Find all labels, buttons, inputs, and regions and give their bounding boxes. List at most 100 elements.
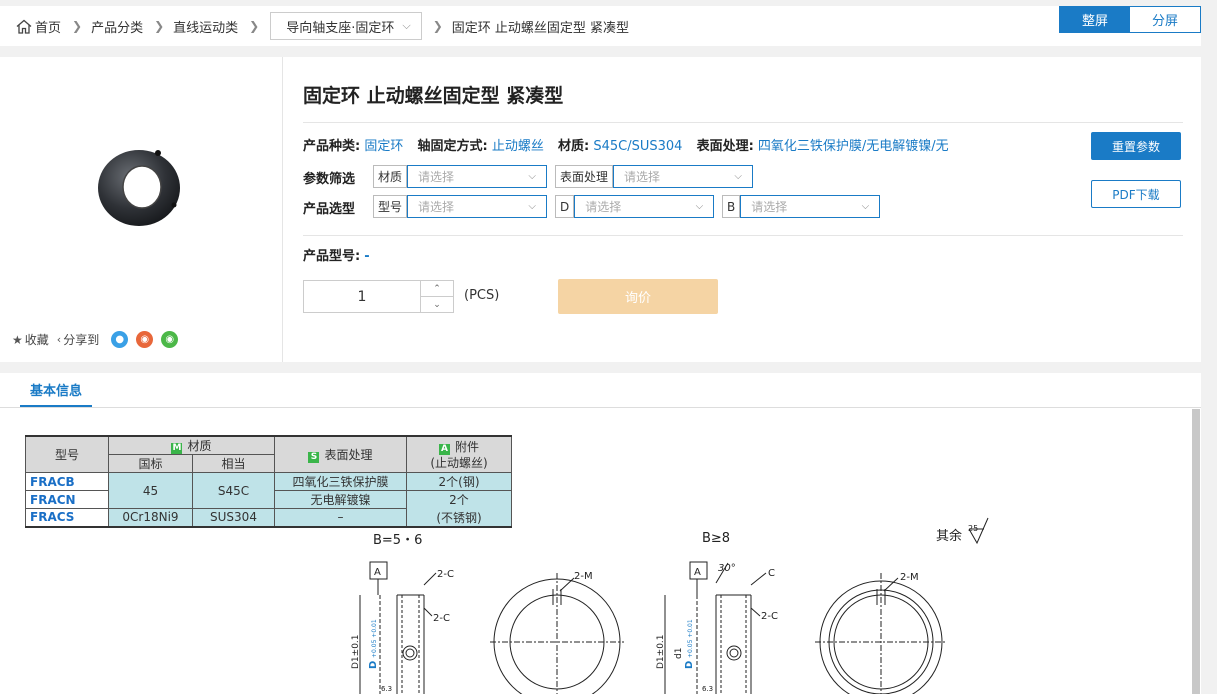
top-bar: 首页 ❯ 产品分类 ❯ 直线运动类 ❯ 导向轴支座·固定环 ⌵ ❯ 固定环 止动…: [0, 0, 1217, 50]
spec-value-material[interactable]: S45C/SUS304: [593, 139, 682, 154]
favorite-button[interactable]: ★ 收藏: [12, 331, 49, 348]
chevron-up-icon[interactable]: ⌃: [421, 281, 453, 297]
spec-label-type: 产品种类:: [303, 139, 361, 154]
reset-params-button[interactable]: 重置参数: [1091, 132, 1181, 160]
select-b-dropdown[interactable]: 请选择 ⌵: [740, 195, 881, 218]
roughness-label: 6.3: [381, 685, 392, 693]
spec-value-surface[interactable]: 四氧化三铁保护膜/无电解镀镍/无: [758, 139, 949, 154]
qq-share-icon[interactable]: ●: [111, 331, 129, 348]
holes-label: 2-M: [900, 572, 919, 583]
chevron-right-icon: ❯: [154, 19, 165, 33]
model-code: FRACS: [25, 508, 109, 527]
filter-surface-label: 表面处理: [555, 165, 614, 188]
chevron-down-icon: ⌵: [528, 201, 537, 212]
filter-material-label: 材质: [373, 165, 408, 188]
surface-tag: S: [308, 452, 320, 463]
product-title: 固定环 止动螺丝固定型 紧凑型: [303, 85, 564, 107]
chevron-down-icon: ⌵: [861, 201, 870, 212]
inquiry-button[interactable]: 询价: [558, 279, 718, 314]
quantity-input[interactable]: 1: [304, 281, 420, 312]
material-tag: M: [171, 443, 183, 454]
header-surface: S 表面处理: [274, 435, 407, 473]
divider: [303, 235, 1183, 236]
datum-a-right: A: [694, 567, 701, 578]
select-b-label: B: [722, 195, 741, 218]
table-row: FRACS 0Cr18Ni9 SUS304 – (不锈钢): [25, 508, 512, 527]
dim-d-tol: +0.05 +0.01: [371, 619, 378, 658]
share-actions: ★ 收藏 ‹ 分享到 ● ◉ ◉: [12, 331, 179, 348]
accessory-value: 2个: [406, 490, 512, 509]
spec-label-material: 材质:: [558, 139, 590, 154]
chamfer-c-label: C: [768, 568, 775, 579]
full-screen-button[interactable]: 整屏: [1060, 7, 1130, 32]
chamfer-label: 2-C: [433, 613, 450, 624]
header-material: M 材质: [108, 435, 275, 455]
material-equivalent: S45C: [192, 472, 275, 509]
header-material-label: 材质: [187, 439, 212, 453]
filter-surface-placeholder: 请选择: [624, 170, 661, 184]
filter-material-select[interactable]: 请选择 ⌵: [407, 165, 548, 188]
select-model-dropdown[interactable]: 请选择 ⌵: [407, 195, 548, 218]
divider: [303, 122, 1183, 123]
technical-drawing: A A 2-C 2-C 2-M 30° C 2-C 2-M 25 D1±0.1 …: [351, 517, 989, 694]
chevron-down-icon[interactable]: ⌄: [421, 297, 453, 312]
material-national: 45: [108, 472, 193, 509]
spec-value-fix[interactable]: 止动螺丝: [492, 139, 544, 154]
wechat-share-icon[interactable]: ◉: [161, 331, 179, 348]
select-label: 产品选型: [303, 202, 356, 217]
filter-surface: 表面处理 请选择 ⌵: [555, 165, 754, 188]
detail-section: 基本信息 型号 M 材质 S 表面处理 A 附件 (止动螺丝) 国标 相当 FRACB …: [0, 373, 1201, 694]
select-d-dropdown[interactable]: 请选择 ⌵: [574, 195, 715, 218]
spec-value-type[interactable]: 固定环: [364, 139, 403, 154]
breadcrumb-home[interactable]: 首页: [16, 17, 61, 36]
breadcrumb-dropdown-label: 导向轴支座·固定环: [286, 20, 395, 36]
surface-value: 无电解镀镍: [274, 490, 407, 509]
pdf-download-button[interactable]: PDF下载: [1091, 180, 1181, 208]
header-equivalent: 相当: [192, 454, 275, 473]
view-toggle: 整屏 分屏: [1059, 6, 1201, 33]
dim-d-tol: +0.05 +0.01: [687, 619, 694, 658]
product-model: 产品型号: -: [303, 245, 370, 264]
tab-basic-info[interactable]: 基本信息: [20, 373, 93, 407]
breadcrumb: 首页 ❯ 产品分类 ❯ 直线运动类 ❯ 导向轴支座·固定环 ⌵ ❯ 固定环 止动…: [0, 6, 1201, 46]
chevron-right-icon: ❯: [249, 19, 260, 33]
dim-d: D: [684, 661, 695, 669]
select-d-placeholder: 请选择: [585, 200, 622, 214]
star-icon: ★: [12, 332, 23, 347]
drawing-label-b56: B=5・6: [373, 533, 423, 548]
product-image[interactable]: [96, 143, 182, 229]
breadcrumb-item-linear-motion[interactable]: 直线运动类: [173, 17, 238, 36]
chevron-down-icon: ⌵: [734, 171, 743, 182]
select-model: 型号 请选择 ⌵: [373, 195, 548, 218]
breadcrumb-current: 固定环 止动螺丝固定型 紧凑型: [451, 20, 630, 36]
select-model-placeholder: 请选择: [418, 200, 455, 214]
dim-d: D: [368, 661, 379, 669]
weibo-share-icon[interactable]: ◉: [136, 331, 154, 348]
model-code: FRACN: [25, 490, 109, 509]
filter-material-placeholder: 请选择: [418, 170, 455, 184]
holes-label: 2-M: [574, 571, 593, 582]
material-equivalent: SUS304: [192, 508, 275, 527]
split-screen-button[interactable]: 分屏: [1130, 7, 1200, 32]
breadcrumb-home-label: 首页: [35, 20, 62, 36]
share-label-group: ‹ 分享到: [57, 331, 99, 348]
roughness-label: 6.3: [702, 685, 713, 693]
filter-surface-select[interactable]: 请选择 ⌵: [613, 165, 754, 188]
share-icon: ‹: [56, 333, 62, 346]
quantity-unit: (PCS): [464, 288, 500, 303]
header-accessory-label: 附件: [454, 439, 479, 454]
scrollbar[interactable]: [1192, 409, 1200, 694]
dim-d1: D1±0.1: [351, 634, 361, 669]
roughness-value: 25: [968, 524, 978, 533]
chamfer-label: 2-C: [437, 569, 454, 580]
product-specs: 产品种类: 固定环 轴固定方式: 止动螺丝 材质: S45C/SUS304 表面…: [303, 135, 959, 154]
breadcrumb-item-product-category[interactable]: 产品分类: [91, 17, 143, 36]
material-national: 0Cr18Ni9: [108, 508, 193, 527]
select-d: D 请选择 ⌵: [555, 195, 715, 218]
spec-table: 型号 M 材质 S 表面处理 A 附件 (止动螺丝) 国标 相当 FRACB 45 S4…: [25, 435, 512, 528]
breadcrumb-category-dropdown[interactable]: 导向轴支座·固定环 ⌵: [270, 12, 422, 40]
chevron-down-icon: ⌵: [695, 201, 704, 212]
select-d-label: D: [555, 195, 575, 218]
product-model-label: 产品型号:: [303, 249, 361, 264]
chevron-right-icon: ❯: [72, 19, 83, 33]
